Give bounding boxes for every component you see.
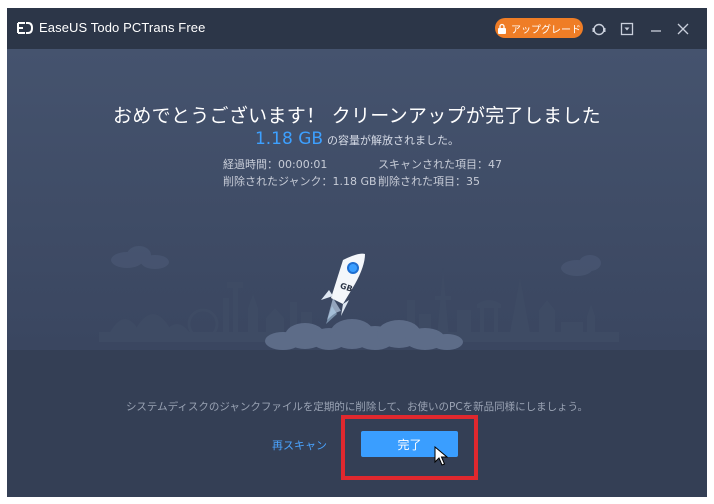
completion-headline: おめでとうございます！ クリーンアップが完了しました [113,105,601,127]
rocket-icon [321,253,365,324]
freed-space-line: 1.18 GB の容量が解放されました。 [7,129,707,149]
items-removed-stat: 削除された項目：35 [378,175,480,188]
title-bar: EaseUS Todo PCTrans Free アップグレード [7,8,707,49]
close-icon[interactable] [675,21,691,37]
app-window: EaseUS Todo PCTrans Free アップグレード おめでとうござ… [7,8,707,497]
elapsed-time-stat: 経過時間：00:00:01 [223,158,328,171]
freed-size: 1.18 GB [254,129,324,149]
minimize-to-tray-icon[interactable] [619,21,635,37]
app-logo-icon [17,22,34,34]
upgrade-label: アップグレード [511,24,581,36]
mouse-cursor-icon [434,446,448,466]
rescan-link[interactable]: 再スキャン [272,437,327,453]
upgrade-button[interactable]: アップグレード [495,18,583,38]
junk-removed-stat: 削除されたジャンク：1.18 GB [223,175,377,188]
maintenance-tip: システムディスクのジャンクファイルを定期的に削除して、お使いのPCを新品同様にし… [125,401,589,413]
freed-text: の容量が解放されました。 [327,134,460,147]
app-title: EaseUS Todo PCTrans Free [39,20,206,35]
minimize-icon[interactable] [648,21,664,37]
support-icon[interactable] [591,21,607,37]
highlight-box [341,415,478,480]
scanned-items-stat: スキャンされた項目：47 [378,158,502,171]
lock-icon [498,23,506,34]
